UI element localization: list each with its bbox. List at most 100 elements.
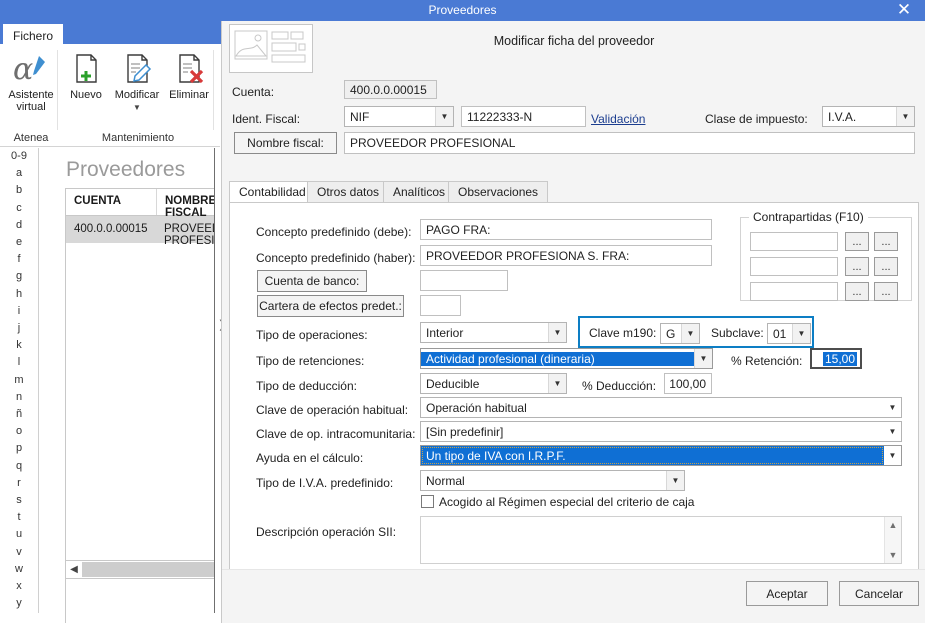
chevron-down-icon[interactable]: ▼ xyxy=(884,446,901,465)
tab-observaciones[interactable]: Observaciones xyxy=(448,181,549,203)
alphabet-item-s[interactable]: s xyxy=(0,492,38,509)
alphabet-item-f[interactable]: f xyxy=(0,251,38,268)
tab-otros-datos[interactable]: Otros datos xyxy=(307,181,390,203)
close-icon[interactable]: ✕ xyxy=(883,0,925,21)
label-tipo-operaciones: Tipo de operaciones: xyxy=(256,328,368,342)
alphabet-item-y[interactable]: y xyxy=(0,595,38,612)
alphabet-item-0-9[interactable]: 0-9 xyxy=(0,148,38,165)
new-document-icon xyxy=(62,52,110,86)
cuenta-banco-field[interactable] xyxy=(420,270,508,291)
chevron-down-icon[interactable]: ▼ xyxy=(681,324,699,343)
ayuda-calculo-select[interactable]: Un tipo de IVA con I.R.P.F. ▼ xyxy=(420,445,902,466)
clave-op-habitual-select[interactable]: Operación habitual ▼ xyxy=(420,397,902,418)
alphabet-item-e[interactable]: e xyxy=(0,234,38,251)
pct-deduccion-field[interactable]: 100,00 xyxy=(664,373,712,394)
nombre-fiscal-button[interactable]: Nombre fiscal: xyxy=(234,132,337,154)
contrapartida-field-3[interactable] xyxy=(750,282,838,301)
chevron-down-icon[interactable]: ▼ xyxy=(694,349,712,368)
contrapartida-browse-3a[interactable]: ... xyxy=(845,282,869,301)
alphabet-item-a[interactable]: a xyxy=(0,165,38,182)
alphabet-item-i[interactable]: i xyxy=(0,303,38,320)
alphabet-index[interactable]: 0-9abcdefghijklmnñopqrstuvwxyz xyxy=(0,148,39,613)
contrapartida-browse-1b[interactable]: ... xyxy=(874,232,898,251)
alphabet-item-w[interactable]: w xyxy=(0,561,38,578)
ident-fiscal-type-select[interactable]: NIF ▼ xyxy=(344,106,454,127)
chevron-down-icon[interactable]: ▼ xyxy=(884,422,901,441)
ident-fiscal-value-field[interactable]: 11222333-N xyxy=(461,106,586,127)
alphabet-item-m[interactable]: m xyxy=(0,372,38,389)
column-header-cuenta[interactable]: CUENTA xyxy=(66,189,157,215)
alphabet-item-j[interactable]: j xyxy=(0,320,38,337)
chevron-left-icon[interactable]: ◀ xyxy=(66,564,82,575)
tipo-iva-select[interactable]: Normal ▼ xyxy=(420,470,685,491)
chevron-down-icon[interactable]: ▼ xyxy=(110,102,164,114)
alphabet-item-c[interactable]: c xyxy=(0,200,38,217)
subclave-select[interactable]: 01 ▼ xyxy=(767,323,811,344)
textarea-scrollbar[interactable]: ▲ ▼ xyxy=(884,517,901,563)
label-clase-impuesto: Clase de impuesto: xyxy=(705,112,808,126)
asistente-virtual-button[interactable]: α Asistente virtual xyxy=(0,52,62,113)
ribbon-group-atenea: α Asistente virtual Atenea xyxy=(0,44,62,146)
alphabet-item-r[interactable]: r xyxy=(0,475,38,492)
contrapartida-browse-3b[interactable]: ... xyxy=(874,282,898,301)
alphabet-item-h[interactable]: h xyxy=(0,286,38,303)
scrollbar-thumb[interactable] xyxy=(82,562,226,577)
modify-provider-dialog: Modificar ficha del proveedor Cuenta: 40… xyxy=(221,21,925,623)
clase-impuesto-select[interactable]: I.V.A. ▼ xyxy=(822,106,915,127)
chevron-down-icon[interactable]: ▼ xyxy=(548,374,566,393)
alphabet-item-d[interactable]: d xyxy=(0,217,38,234)
tipo-retenciones-select[interactable]: Actividad profesional (dineraria) ▼ xyxy=(420,348,713,369)
clave-intracomunitaria-select[interactable]: [Sin predefinir] ▼ xyxy=(420,421,902,442)
eliminar-button[interactable]: Eliminar xyxy=(164,52,214,101)
criterio-caja-checkbox[interactable] xyxy=(421,495,434,508)
tipo-operaciones-select[interactable]: Interior ▼ xyxy=(420,322,567,343)
nombre-fiscal-field[interactable]: PROVEEDOR PROFESIONAL xyxy=(344,132,915,154)
contrapartida-browse-2a[interactable]: ... xyxy=(845,257,869,276)
chevron-down-icon[interactable]: ▼ xyxy=(435,107,453,126)
horizontal-scrollbar[interactable]: ◀ xyxy=(65,560,227,579)
chevron-down-icon[interactable]: ▼ xyxy=(666,471,684,490)
chevron-down-icon[interactable]: ▼ xyxy=(896,107,914,126)
alphabet-item-o[interactable]: o xyxy=(0,423,38,440)
nuevo-button[interactable]: Nuevo xyxy=(62,52,110,101)
alphabet-item-g[interactable]: g xyxy=(0,268,38,285)
concepto-debe-field[interactable]: PAGO FRA: xyxy=(420,219,712,240)
validacion-link[interactable]: Validación xyxy=(591,112,645,126)
chevron-up-icon[interactable]: ▲ xyxy=(885,518,901,532)
tipo-deduccion-select[interactable]: Deducible ▼ xyxy=(420,373,567,394)
alphabet-item-t[interactable]: t xyxy=(0,509,38,526)
alphabet-item-q[interactable]: q xyxy=(0,458,38,475)
pct-retencion-field[interactable]: 15,00 xyxy=(810,348,862,369)
alphabet-item-v[interactable]: v xyxy=(0,544,38,561)
alphabet-item-z[interactable]: z xyxy=(0,612,38,613)
cartera-efectos-button[interactable]: Cartera de efectos predet.: xyxy=(257,295,404,317)
contrapartida-field-2[interactable] xyxy=(750,257,838,276)
chevron-down-icon[interactable]: ▼ xyxy=(792,324,810,343)
cartera-efectos-field[interactable] xyxy=(420,295,461,316)
aceptar-button[interactable]: Aceptar xyxy=(746,581,828,606)
cancelar-button[interactable]: Cancelar xyxy=(839,581,919,606)
tab-contabilidad[interactable]: Contabilidad xyxy=(229,181,316,203)
contrapartida-browse-2b[interactable]: ... xyxy=(874,257,898,276)
asistente-virtual-label-2: virtual xyxy=(16,101,46,113)
alphabet-item-x[interactable]: x xyxy=(0,578,38,595)
contrapartida-field-1[interactable] xyxy=(750,232,838,251)
tab-analiticos[interactable]: Analíticos xyxy=(383,181,456,203)
alphabet-item-b[interactable]: b xyxy=(0,182,38,199)
alphabet-item-ñ[interactable]: ñ xyxy=(0,406,38,423)
cuenta-banco-button[interactable]: Cuenta de banco: xyxy=(257,270,367,292)
modificar-button[interactable]: Modificar ▼ xyxy=(110,52,164,114)
cuenta-field[interactable]: 400.0.0.00015 xyxy=(344,80,437,99)
alphabet-item-n[interactable]: n xyxy=(0,389,38,406)
alphabet-item-u[interactable]: u xyxy=(0,526,38,543)
contrapartida-browse-1a[interactable]: ... xyxy=(845,232,869,251)
chevron-down-icon[interactable]: ▼ xyxy=(548,323,566,342)
chevron-down-icon[interactable]: ▼ xyxy=(885,548,901,562)
clave-m190-select[interactable]: G ▼ xyxy=(660,323,700,344)
alphabet-item-k[interactable]: k xyxy=(0,337,38,354)
chevron-down-icon[interactable]: ▼ xyxy=(884,398,901,417)
concepto-haber-field[interactable]: PROVEEDOR PROFESIONA S. FRA: xyxy=(420,245,712,266)
descripcion-sii-textarea[interactable]: ▲ ▼ xyxy=(420,516,902,564)
alphabet-item-l[interactable]: l xyxy=(0,354,38,371)
alphabet-item-p[interactable]: p xyxy=(0,440,38,457)
